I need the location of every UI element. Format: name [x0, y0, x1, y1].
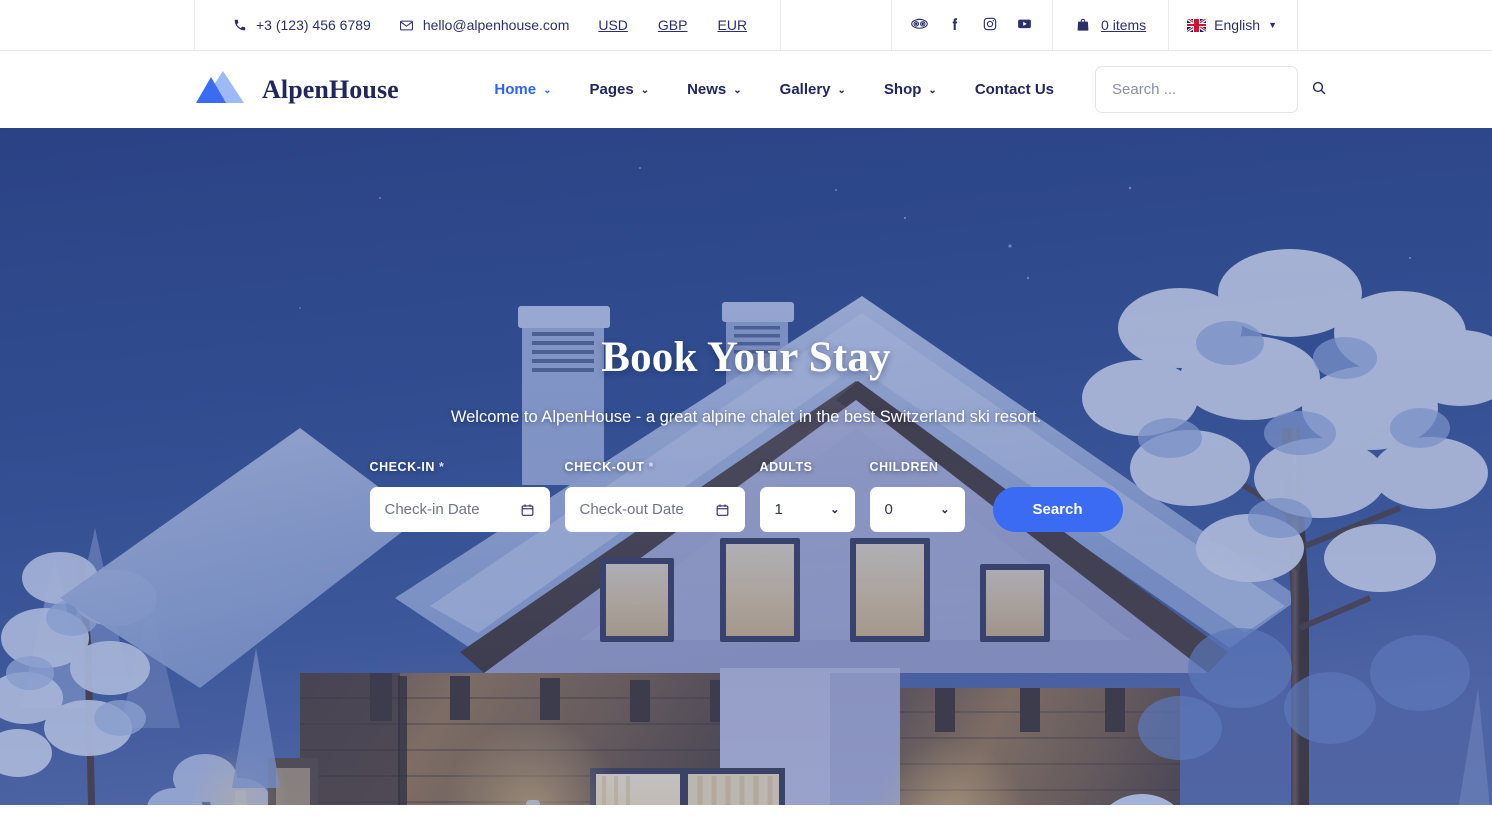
nav-item-contact-us[interactable]: Contact Us	[956, 81, 1073, 98]
calendar-icon[interactable]	[715, 502, 730, 518]
social-links	[891, 0, 1052, 50]
chevron-down-icon: ⌄	[640, 84, 650, 96]
required-marker: *	[439, 460, 445, 474]
tripadvisor-link[interactable]	[902, 12, 937, 38]
facebook-link[interactable]	[937, 12, 972, 38]
nav-label-news: News	[687, 81, 727, 98]
checkin-date-input[interactable]: Check-in Date	[369, 487, 550, 532]
search-submit-button[interactable]	[1311, 80, 1327, 99]
nav-label-contact-us: Contact Us	[974, 81, 1054, 98]
topbar-left-spacer	[0, 0, 194, 50]
mountain-logo-icon	[194, 67, 248, 112]
site-header: AlpenHouse Home ⌄ Pages ⌄ News ⌄ Gallery…	[0, 51, 1492, 128]
language-selector[interactable]: English ▼	[1168, 0, 1298, 50]
facebook-icon	[947, 16, 963, 35]
chevron-down-icon: ⌄	[940, 504, 950, 516]
search-input[interactable]	[1112, 81, 1311, 98]
nav-item-pages[interactable]: Pages ⌄	[570, 81, 668, 98]
cart-item-count: 0 items	[1101, 17, 1147, 33]
checkin-placeholder: Check-in Date	[384, 501, 480, 518]
checkin-label-text: CHECK-IN	[369, 460, 436, 474]
children-label: CHILDREN	[869, 460, 939, 474]
checkout-label: CHECK-OUT *	[565, 460, 745, 474]
brand-name: AlpenHouse	[262, 74, 399, 104]
email-link[interactable]: hello@alpenhouse.com	[385, 17, 584, 33]
hero-content: Book Your Stay Welcome to AlpenHouse - a…	[0, 128, 1492, 805]
checkout-placeholder: Check-out Date	[579, 501, 684, 518]
main-navigation: Home ⌄ Pages ⌄ News ⌄ Gallery ⌄ Shop ⌄ C…	[475, 66, 1326, 113]
hero-section: Book Your Stay Welcome to AlpenHouse - a…	[0, 128, 1492, 805]
nav-item-home[interactable]: Home ⌄	[475, 81, 570, 98]
instagram-icon	[982, 16, 998, 35]
phone-icon	[233, 18, 247, 32]
shopping-bag-icon	[1075, 17, 1091, 33]
currency-eur[interactable]: EUR	[703, 17, 763, 33]
hero-title: Book Your Stay	[601, 334, 891, 381]
calendar-icon[interactable]	[520, 502, 535, 518]
nav-label-shop: Shop	[883, 81, 922, 98]
chevron-down-icon: ⌄	[733, 84, 742, 96]
youtube-icon	[1016, 15, 1033, 35]
currency-gbp[interactable]: GBP	[643, 17, 703, 33]
currency-usd[interactable]: USD	[583, 17, 643, 33]
nav-label-pages: Pages	[589, 81, 634, 98]
chevron-down-icon: ⌄	[928, 84, 937, 96]
checkin-field: CHECK-IN * Check-in Date	[369, 460, 550, 532]
checkin-label: CHECK-IN *	[370, 460, 550, 474]
children-value: 0	[884, 501, 893, 518]
cart-link[interactable]: 0 items	[1052, 0, 1168, 50]
checkout-label-text: CHECK-OUT	[564, 460, 645, 474]
youtube-link[interactable]	[1007, 12, 1042, 38]
email-address: hello@alpenhouse.com	[422, 17, 570, 33]
booking-search-button[interactable]: Search	[992, 487, 1123, 532]
topbar-contact-group: +3 (123) 456 6789 hello@alpenhouse.com U…	[194, 0, 780, 50]
nav-label-home: Home	[494, 81, 537, 98]
top-bar: +3 (123) 456 6789 hello@alpenhouse.com U…	[0, 0, 1492, 51]
required-marker: *	[648, 460, 654, 474]
tripadvisor-icon	[911, 15, 928, 35]
topbar-right-spacer	[1298, 0, 1492, 50]
checkout-field: CHECK-OUT * Check-out Date	[564, 460, 745, 532]
header-search-box[interactable]	[1095, 66, 1326, 113]
adults-select[interactable]: 1 ⌄	[759, 487, 855, 532]
phone-link[interactable]: +3 (123) 456 6789	[219, 17, 385, 33]
instagram-link[interactable]	[972, 12, 1007, 38]
envelope-icon	[399, 18, 414, 33]
nav-label-gallery: Gallery	[779, 81, 831, 98]
chevron-down-icon: ⌄	[830, 504, 840, 516]
chevron-down-icon: ⌄	[837, 84, 846, 96]
nav-item-news[interactable]: News ⌄	[668, 81, 761, 98]
adults-value: 1	[774, 501, 783, 518]
chevron-down-icon: ▼	[1268, 19, 1277, 30]
children-select[interactable]: 0 ⌄	[869, 487, 965, 532]
uk-flag-icon	[1187, 18, 1207, 32]
checkout-date-input[interactable]: Check-out Date	[564, 487, 745, 532]
hero-subtitle: Welcome to AlpenHouse - a great alpine c…	[450, 408, 1042, 426]
booking-form: CHECK-IN * Check-in Date CHECK-OUT * Che…	[369, 460, 1123, 532]
topbar-spacer	[780, 0, 891, 50]
nav-item-gallery[interactable]: Gallery ⌄	[761, 81, 865, 98]
adults-field: ADULTS 1 ⌄	[759, 460, 855, 532]
brand-logo-link[interactable]: AlpenHouse	[194, 67, 399, 112]
phone-number: +3 (123) 456 6789	[256, 17, 371, 33]
search-icon	[1311, 80, 1327, 99]
nav-item-shop[interactable]: Shop ⌄	[865, 81, 956, 98]
language-label: English	[1214, 17, 1261, 33]
children-field: CHILDREN 0 ⌄	[869, 460, 965, 532]
chevron-down-icon: ⌄	[543, 84, 552, 96]
adults-label: ADULTS	[759, 460, 813, 474]
